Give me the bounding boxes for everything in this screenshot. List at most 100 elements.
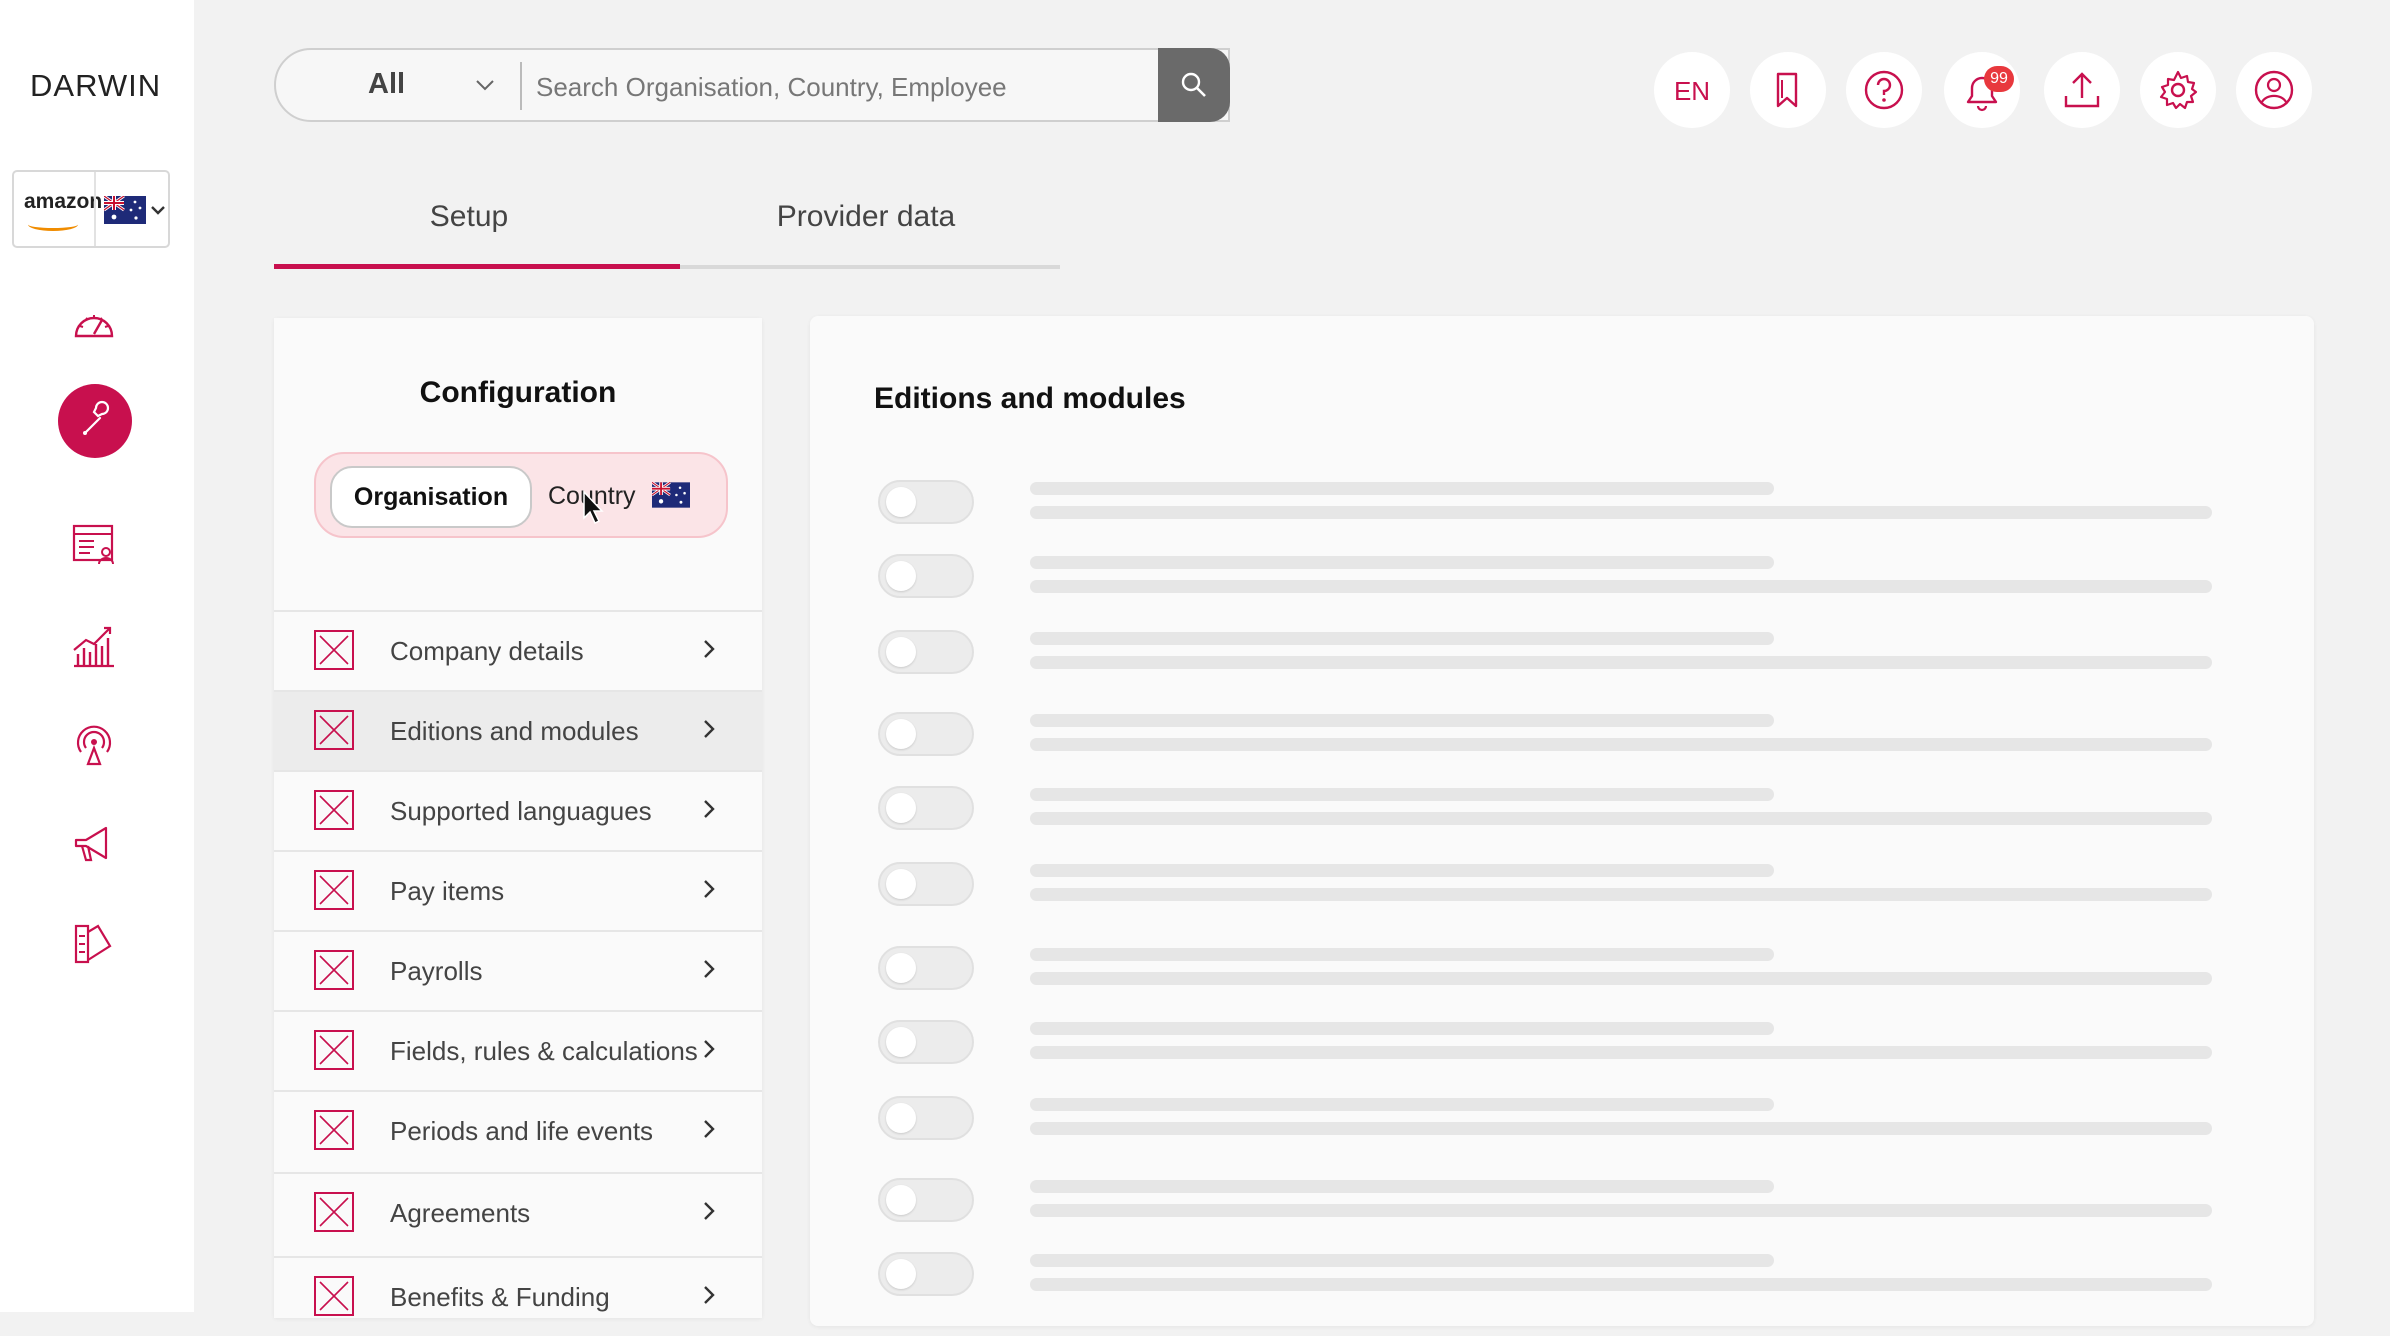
gear-icon bbox=[2159, 70, 2198, 110]
toggle-knob bbox=[886, 869, 916, 899]
employee-list-icon[interactable] bbox=[64, 514, 124, 574]
darwin-logo: DARWIN bbox=[30, 68, 162, 103]
config-menu-item[interactable]: Company details bbox=[274, 610, 762, 690]
configuration-title: Configuration bbox=[419, 376, 617, 409]
australia-flag-icon bbox=[651, 481, 690, 508]
config-menu-item[interactable]: Benefits & Funding bbox=[274, 1256, 762, 1336]
panel-title: Editions and modules bbox=[874, 382, 1186, 415]
skeleton-line bbox=[1030, 656, 2212, 669]
config-menu-item[interactable]: Fields, rules & calculations bbox=[274, 1010, 762, 1090]
toggle-knob bbox=[886, 561, 916, 591]
chevron-right-icon bbox=[696, 636, 722, 662]
toggle-knob bbox=[886, 487, 916, 517]
mouse-cursor-icon bbox=[582, 490, 606, 526]
chevron-right-icon bbox=[696, 1282, 722, 1308]
client-selector[interactable]: amazon bbox=[12, 170, 170, 248]
chevron-right-icon bbox=[696, 716, 722, 742]
config-menu-item[interactable]: Pay items bbox=[274, 850, 762, 930]
incomplete-status-icon bbox=[314, 1110, 354, 1150]
australia-flag-icon bbox=[103, 194, 146, 224]
module-toggle[interactable] bbox=[878, 786, 974, 830]
help-icon bbox=[1864, 70, 1904, 110]
incomplete-status-icon bbox=[314, 1276, 354, 1316]
module-toggle[interactable] bbox=[878, 946, 974, 990]
module-toggle[interactable] bbox=[878, 712, 974, 756]
tab-provider-data[interactable]: Provider data bbox=[666, 200, 1066, 244]
chevron-right-icon bbox=[696, 1198, 722, 1224]
broadcast-icon[interactable] bbox=[64, 714, 124, 774]
organisation-segment[interactable]: Organisation bbox=[330, 466, 532, 528]
search-scope-select[interactable]: All bbox=[368, 68, 405, 101]
toggle-knob bbox=[886, 953, 916, 983]
module-toggle[interactable] bbox=[878, 1178, 974, 1222]
skeleton-line bbox=[1030, 1204, 2212, 1217]
config-menu-item-label: Periods and life events bbox=[390, 1116, 654, 1146]
chevron-down-icon bbox=[148, 200, 168, 220]
module-toggle[interactable] bbox=[878, 630, 974, 674]
toggle-knob bbox=[886, 1103, 916, 1133]
incomplete-status-icon bbox=[314, 710, 354, 750]
search-icon bbox=[1181, 72, 1206, 97]
config-menu-item[interactable]: Periods and life events bbox=[274, 1090, 762, 1170]
user-profile-button[interactable] bbox=[2236, 52, 2312, 128]
chevron-down-icon[interactable] bbox=[472, 72, 498, 98]
toggle-knob bbox=[886, 1027, 916, 1057]
module-toggle[interactable] bbox=[878, 1020, 974, 1064]
module-toggle[interactable] bbox=[878, 480, 974, 524]
upload-button[interactable] bbox=[2044, 52, 2120, 128]
config-menu-item-label: Company details bbox=[390, 636, 584, 666]
language-label: EN bbox=[1673, 76, 1711, 106]
search-button[interactable] bbox=[1158, 48, 1230, 122]
speedometer-icon[interactable] bbox=[64, 296, 124, 356]
configuration-panel: Configuration Organisation Country Compa… bbox=[274, 318, 762, 1318]
megaphone-icon[interactable] bbox=[64, 814, 124, 874]
toggle-knob bbox=[886, 1259, 916, 1289]
config-menu-item[interactable]: Payrolls bbox=[274, 930, 762, 1010]
help-button[interactable] bbox=[1846, 52, 1922, 128]
config-menu-item-label: Agreements bbox=[390, 1198, 531, 1228]
global-search-bar: All bbox=[274, 48, 1230, 122]
setup-nav-button[interactable] bbox=[58, 384, 132, 458]
skeleton-line bbox=[1030, 888, 2212, 901]
search-input[interactable] bbox=[534, 60, 1178, 114]
skeleton-line bbox=[1030, 1098, 1774, 1111]
skeleton-line bbox=[1030, 1022, 1774, 1035]
config-menu-item[interactable]: Agreements bbox=[274, 1172, 762, 1252]
module-toggle[interactable] bbox=[878, 862, 974, 906]
left-nav-rail: DARWIN amazon bbox=[0, 0, 194, 1312]
config-menu-item-label: Supported languagues bbox=[390, 796, 652, 826]
chevron-right-icon bbox=[696, 1036, 722, 1062]
settings-button[interactable] bbox=[2140, 52, 2216, 128]
skeleton-line bbox=[1030, 812, 2212, 825]
skeleton-line bbox=[1030, 948, 1774, 961]
incomplete-status-icon bbox=[314, 950, 354, 990]
module-toggle[interactable] bbox=[878, 554, 974, 598]
swatches-icon[interactable] bbox=[64, 914, 124, 974]
skeleton-line bbox=[1030, 1254, 1774, 1267]
editions-modules-panel: Editions and modules bbox=[810, 316, 2314, 1326]
upload-icon bbox=[2064, 72, 2100, 108]
skeleton-line bbox=[1030, 506, 2212, 519]
config-menu-item[interactable]: Editions and modules bbox=[274, 690, 762, 770]
skeleton-line bbox=[1030, 482, 1774, 495]
bookmark-button[interactable] bbox=[1750, 52, 1826, 128]
module-toggle[interactable] bbox=[878, 1252, 974, 1296]
config-menu-item-label: Benefits & Funding bbox=[390, 1282, 610, 1312]
notifications-button[interactable]: 99 bbox=[1944, 52, 2020, 128]
language-button[interactable]: EN bbox=[1654, 52, 1730, 128]
skeleton-line bbox=[1030, 1122, 2212, 1135]
incomplete-status-icon bbox=[314, 870, 354, 910]
skeleton-line bbox=[1030, 972, 2212, 985]
chevron-right-icon bbox=[696, 796, 722, 822]
incomplete-status-icon bbox=[314, 630, 354, 670]
tab-setup[interactable]: Setup bbox=[274, 200, 664, 244]
chart-icon[interactable] bbox=[64, 616, 124, 676]
toggle-knob bbox=[886, 719, 916, 749]
skeleton-line bbox=[1030, 864, 1774, 877]
module-toggle[interactable] bbox=[878, 1096, 974, 1140]
config-menu-item[interactable]: Supported languagues bbox=[274, 770, 762, 850]
chevron-right-icon bbox=[696, 1116, 722, 1142]
skeleton-line bbox=[1030, 714, 1774, 727]
toggle-knob bbox=[886, 637, 916, 667]
toggle-knob bbox=[886, 1185, 916, 1215]
